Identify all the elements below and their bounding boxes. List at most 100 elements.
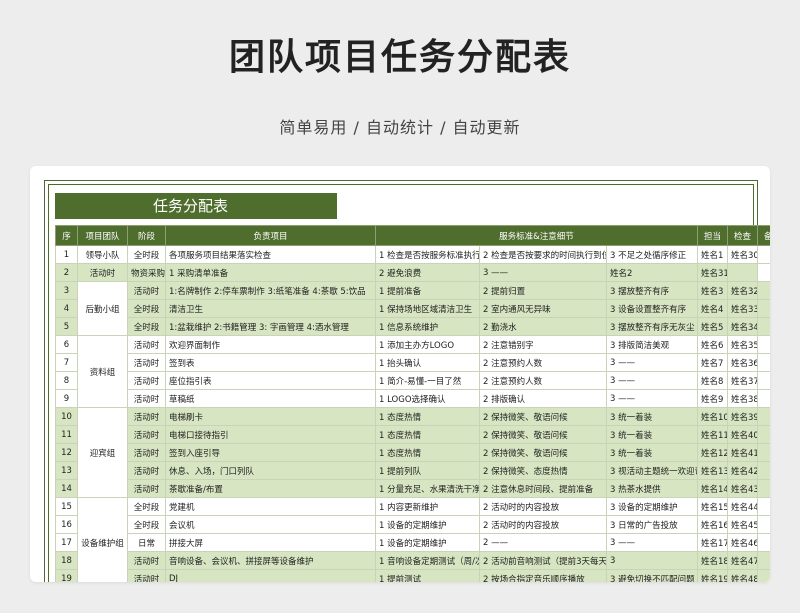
- project-cell: 电梯刷卡: [165, 407, 376, 426]
- standard-2-cell: 2 保持微笑、态度热情: [479, 461, 607, 480]
- standard-1-cell: 1 提前测试: [375, 569, 480, 582]
- row-number: 12: [55, 443, 78, 462]
- stage-cell: 活动时: [127, 425, 166, 444]
- standard-2-cell: 2 避免浪费: [375, 263, 480, 282]
- standard-1-cell: 1 提前准备: [375, 281, 480, 300]
- row-number: 11: [55, 425, 78, 444]
- standard-2-cell: 2 保持微笑、敬语问候: [479, 407, 607, 426]
- checker-cell: 姓名33: [727, 299, 758, 318]
- row-number: 5: [55, 317, 78, 336]
- note-cell: [757, 317, 770, 336]
- standard-3-cell: 3 ——: [606, 389, 698, 408]
- standard-3-cell: 3 统一着装: [606, 407, 698, 426]
- table-row: 7 活动时 签到表 1 抬头确认 2 注意预约人数 3 —— 姓名7 姓名36: [55, 353, 770, 372]
- owner-cell: 姓名13: [697, 461, 728, 480]
- standard-2-cell: 2 活动时的内容投放: [479, 497, 607, 516]
- table-row: 19 活动时 DJ 1 提前测试 2 按场合指定音乐顺序播放 3 避免切换不匹配问题 姓名1…: [55, 569, 770, 582]
- row-number: 1: [55, 245, 78, 264]
- owner-cell: 姓名9: [697, 389, 728, 408]
- col-header-no: 序: [55, 225, 78, 246]
- checker-cell: 姓名30: [727, 245, 758, 264]
- note-cell: [757, 569, 770, 582]
- checker-cell: 姓名45: [727, 515, 758, 534]
- note-cell: [757, 353, 770, 372]
- owner-cell: 姓名19: [697, 569, 728, 582]
- standard-2-cell: 2 勤浇水: [479, 317, 607, 336]
- checker-cell: 姓名39: [727, 407, 758, 426]
- owner-cell: 姓名1: [697, 245, 728, 264]
- checker-cell: 姓名40: [727, 425, 758, 444]
- owner-cell: 姓名15: [697, 497, 728, 516]
- project-cell: 音响设备、会议机、拼接屏等设备维护: [165, 551, 376, 570]
- stage-cell: 全时段: [127, 515, 166, 534]
- team-cell: 资料组: [77, 335, 128, 408]
- stage-cell: 活动时: [127, 479, 166, 498]
- owner-cell: 姓名14: [697, 479, 728, 498]
- project-cell: 草稿纸: [165, 389, 376, 408]
- row-number: 16: [55, 515, 78, 534]
- row-number: 8: [55, 371, 78, 390]
- table-row: 3 后勤小组 活动时 1:名牌制作 2:停车票制作 3:纸笔准备 4:茶歇 5:饮品 1…: [55, 281, 770, 336]
- stage-cell: 活动时: [127, 569, 166, 582]
- table-row: 8 活动时 座位指引表 1 简介-易懂-一目了然 2 注意预约人数 3 —— 姓名8 姓名37: [55, 371, 770, 390]
- project-cell: 座位指引表: [165, 371, 376, 390]
- standard-3-cell: 3 设备设置整齐有序: [606, 299, 698, 318]
- col-header-team: 项目团队: [77, 225, 128, 246]
- checker-cell: 姓名32: [727, 281, 758, 300]
- standard-1-cell: 1 态度热情: [375, 407, 480, 426]
- standard-1-cell: 1 设备的定期维护: [375, 515, 480, 534]
- standard-1-cell: 1 添加主办方LOGO: [375, 335, 480, 354]
- owner-cell: 姓名8: [697, 371, 728, 390]
- standard-3-cell: 3 摆放整齐有序: [606, 281, 698, 300]
- checker-cell: 姓名31: [697, 263, 728, 282]
- table-header-row: 序 项目团队 阶段 负责项目 服务标准&注意细节 担当 检查 备注: [55, 225, 770, 246]
- col-header-stage: 阶段: [127, 225, 166, 246]
- row-number: 14: [55, 479, 78, 498]
- col-header-check: 检查: [727, 225, 758, 246]
- stage-cell: 日常: [127, 533, 166, 552]
- table-row: 11 活动时 电梯口接待指引 1 态度热情 2 保持微笑、敬语问候 3 统一着装 姓名11 姓…: [55, 425, 770, 444]
- team-cell: 设备维护组: [77, 497, 128, 582]
- checker-cell: 姓名42: [727, 461, 758, 480]
- table-row: 16 全时段 会议机 1 设备的定期维护 2 活动时的内容投放 3 日常的广告投放 姓名16…: [55, 515, 770, 534]
- note-cell: [757, 389, 770, 408]
- stage-cell: 全时段: [127, 245, 166, 264]
- table-row: 13 活动时 休息、入场，门口列队 1 提前列队 2 保持微笑、态度热情 3 视活动主题统…: [55, 461, 770, 480]
- standard-2-cell: 2 ——: [479, 533, 607, 552]
- page-subtitle: 简单易用 / 自动统计 / 自动更新: [279, 118, 521, 137]
- row-number: 19: [55, 569, 78, 582]
- project-cell: 签到入座引导: [165, 443, 376, 462]
- col-header-note: 备注: [757, 225, 770, 246]
- standard-2-cell: 2 按场合指定音乐顺序播放: [479, 569, 607, 582]
- note-cell: [757, 245, 770, 264]
- team-cell: 领导小队: [77, 245, 128, 264]
- row-number: 17: [55, 533, 78, 552]
- standard-1-cell: 1 分量充足、水果清洗干净: [375, 479, 480, 498]
- checker-cell: 姓名35: [727, 335, 758, 354]
- table-row: 15 设备维护组 全时段 党建机 1 内容更新维护 2 活动时的内容投放 3 设备的定期维护…: [55, 497, 770, 582]
- project-cell: 签到表: [165, 353, 376, 372]
- standard-2-cell: 2 保持微笑、敬语问候: [479, 443, 607, 462]
- standard-1-cell: 1 简介-易懂-一目了然: [375, 371, 480, 390]
- standard-1-cell: 1 LOGO选择确认: [375, 389, 480, 408]
- note-cell: [757, 299, 770, 318]
- checker-cell: 姓名43: [727, 479, 758, 498]
- standard-2-cell: 2 活动前音响测试（提前3天每天测试）: [479, 551, 607, 570]
- standard-1-cell: 1 信息系统维护: [375, 317, 480, 336]
- stage-cell: 活动时: [127, 353, 166, 372]
- note-cell: [757, 371, 770, 390]
- table-row: 10 迎宾组 活动时 电梯刷卡 1 态度热情 2 保持微笑、敬语问候 3 统一着装 姓名10 姓…: [55, 407, 770, 498]
- standard-1-cell: 1 设备的定期维护: [375, 533, 480, 552]
- stage-cell: 活动时: [127, 443, 166, 462]
- note-cell: [757, 443, 770, 462]
- owner-cell: 姓名10: [697, 407, 728, 426]
- project-cell: 拼接大屏: [165, 533, 376, 552]
- checker-cell: 姓名47: [727, 551, 758, 570]
- checker-cell: 姓名46: [727, 533, 758, 552]
- team-cell: 迎宾组: [77, 407, 128, 498]
- table-row: 1 领导小队 全时段 各项服务项目结果落实检查 1 检查是否按服务标准执行 2 检查是否按…: [55, 245, 770, 264]
- table-body: 1 领导小队 全时段 各项服务项目结果落实检查 1 检查是否按服务标准执行 2 检查是否按…: [55, 245, 770, 582]
- checker-cell: 姓名34: [727, 317, 758, 336]
- checker-cell: 姓名48: [727, 569, 758, 582]
- row-number: 18: [55, 551, 78, 570]
